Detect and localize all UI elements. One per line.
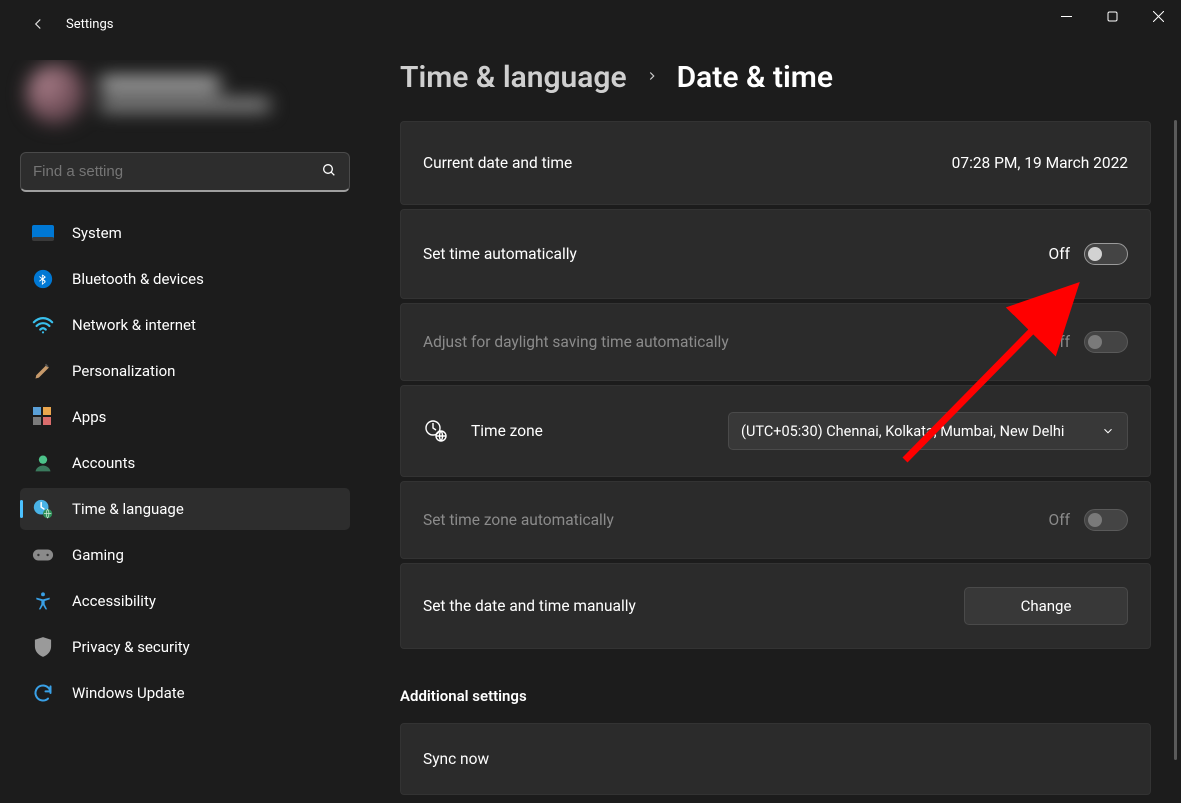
search-icon (321, 162, 337, 182)
set-time-auto-label: Set time automatically (423, 245, 577, 263)
sidebar-item-accounts[interactable]: Accounts (20, 442, 350, 484)
sidebar-item-label: Accessibility (72, 592, 156, 610)
set-tz-auto-state: Off (1049, 511, 1070, 529)
sync-now-label: Sync now (423, 750, 489, 768)
minimize-button[interactable] (1043, 0, 1089, 32)
set-time-auto-toggle[interactable] (1084, 243, 1128, 265)
chevron-right-icon (645, 68, 659, 87)
sidebar-item-time-language[interactable]: Time & language (20, 488, 350, 530)
timezone-value: (UTC+05:30) Chennai, Kolkata, Mumbai, Ne… (741, 423, 1091, 440)
account-area[interactable] (20, 60, 350, 138)
bluetooth-icon (32, 268, 54, 290)
sidebar-item-label: Accounts (72, 454, 135, 472)
sidebar-item-label: Network & internet (72, 316, 196, 334)
card-dst-auto: Adjust for daylight saving time automati… (400, 303, 1151, 381)
search-box[interactable] (20, 152, 350, 192)
sidebar-item-label: Bluetooth & devices (72, 270, 204, 288)
change-button[interactable]: Change (964, 587, 1128, 625)
search-input[interactable] (33, 163, 321, 180)
set-tz-auto-toggle (1084, 509, 1128, 531)
card-sync-now: Sync now (400, 723, 1151, 795)
clock-globe-icon (32, 498, 54, 520)
set-time-auto-state: Off (1049, 245, 1070, 263)
current-datetime-label: Current date and time (423, 154, 572, 172)
dst-auto-toggle (1084, 331, 1128, 353)
sidebar-item-label: Gaming (72, 546, 124, 564)
sidebar-item-system[interactable]: System (20, 212, 350, 254)
close-button[interactable] (1135, 0, 1181, 32)
sidebar-item-label: System (72, 224, 122, 242)
chevron-down-icon (1101, 424, 1115, 438)
sidebar-item-personalization[interactable]: Personalization (20, 350, 350, 392)
breadcrumb: Time & language Date & time (400, 60, 1151, 95)
scrollbar[interactable] (1174, 120, 1177, 760)
apps-icon (32, 406, 54, 428)
paintbrush-icon (32, 360, 54, 382)
system-icon (32, 222, 54, 244)
card-manual-datetime: Set the date and time manually Change (400, 563, 1151, 649)
breadcrumb-parent[interactable]: Time & language (400, 60, 627, 95)
dst-auto-state: Off (1049, 333, 1070, 351)
sidebar-item-label: Windows Update (72, 684, 185, 702)
card-set-tz-auto: Set time zone automatically Off (400, 481, 1151, 559)
minimize-icon (1061, 11, 1072, 22)
breadcrumb-current: Date & time (677, 60, 833, 95)
sidebar-item-accessibility[interactable]: Accessibility (20, 580, 350, 622)
maximize-icon (1107, 11, 1118, 22)
set-tz-auto-label: Set time zone automatically (423, 511, 614, 529)
sidebar-item-windows-update[interactable]: Windows Update (20, 672, 350, 714)
globe-clock-icon (423, 419, 449, 443)
timezone-select[interactable]: (UTC+05:30) Chennai, Kolkata, Mumbai, Ne… (728, 412, 1128, 450)
sidebar-item-label: Apps (72, 408, 106, 426)
gamepad-icon (32, 544, 54, 566)
wifi-icon (32, 314, 54, 336)
sidebar-item-apps[interactable]: Apps (20, 396, 350, 438)
timezone-label: Time zone (471, 422, 543, 440)
close-icon (1153, 11, 1164, 22)
accessibility-icon (32, 590, 54, 612)
update-icon (32, 682, 54, 704)
avatar (26, 64, 86, 124)
maximize-button[interactable] (1089, 0, 1135, 32)
app-title: Settings (66, 17, 113, 32)
back-button[interactable] (18, 4, 58, 44)
shield-icon (32, 636, 54, 658)
window-controls (1043, 0, 1181, 32)
sidebar-item-gaming[interactable]: Gaming (20, 534, 350, 576)
manual-datetime-label: Set the date and time manually (423, 597, 636, 615)
sidebar-item-bluetooth[interactable]: Bluetooth & devices (20, 258, 350, 300)
card-current-datetime: Current date and time 07:28 PM, 19 March… (400, 121, 1151, 205)
sidebar-item-network[interactable]: Network & internet (20, 304, 350, 346)
card-timezone: Time zone (UTC+05:30) Chennai, Kolkata, … (400, 385, 1151, 477)
person-icon (32, 452, 54, 474)
current-datetime-value: 07:28 PM, 19 March 2022 (952, 154, 1128, 172)
sidebar-item-label: Personalization (72, 362, 175, 380)
additional-settings-heading: Additional settings (400, 687, 1151, 705)
sidebar-item-label: Time & language (72, 500, 184, 518)
card-set-time-auto: Set time automatically Off (400, 209, 1151, 299)
sidebar-item-privacy[interactable]: Privacy & security (20, 626, 350, 668)
arrow-left-icon (29, 15, 47, 33)
dst-auto-label: Adjust for daylight saving time automati… (423, 333, 729, 351)
sidebar-item-label: Privacy & security (72, 638, 190, 656)
